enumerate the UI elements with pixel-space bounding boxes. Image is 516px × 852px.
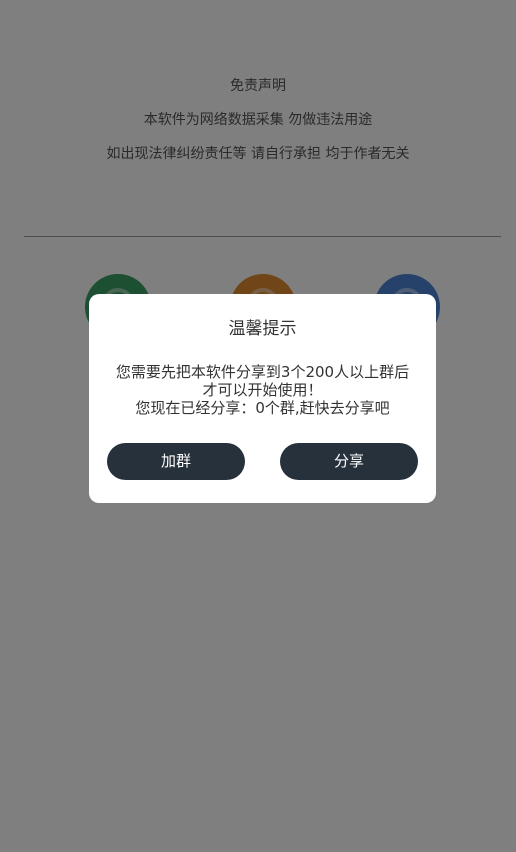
dialog-title: 温馨提示 — [228, 319, 297, 339]
share-button[interactable]: 分享 — [280, 443, 418, 480]
join-group-button[interactable]: 加群 — [107, 443, 245, 480]
dialog-message-line-1: 您需要先把本软件分享到3个200人以上群后 — [115, 363, 410, 381]
notice-dialog: 温馨提示 您需要先把本软件分享到3个200人以上群后 才可以开始使用！ 您现在已… — [89, 294, 436, 503]
dialog-message: 您需要先把本软件分享到3个200人以上群后 才可以开始使用！ 您现在已经分享：0… — [103, 363, 422, 417]
dialog-message-line-3: 您现在已经分享：0个群,赶快去分享吧 — [135, 399, 390, 417]
dialog-message-line-2: 才可以开始使用！ — [202, 381, 323, 399]
